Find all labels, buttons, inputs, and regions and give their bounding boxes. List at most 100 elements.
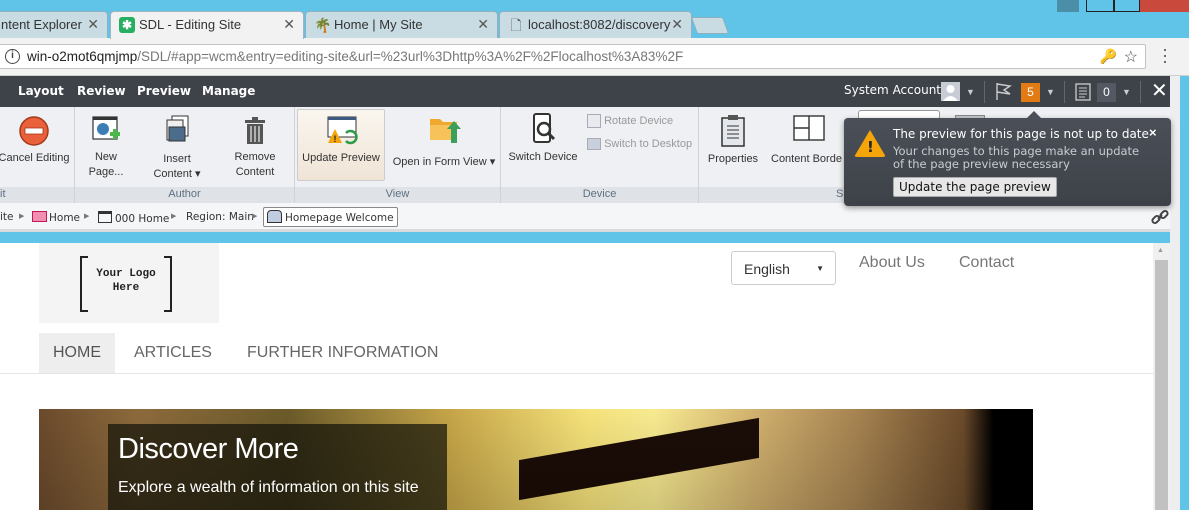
breadcrumb-separator-icon: ▶ — [252, 213, 258, 220]
open-in-form-view-button[interactable]: Open in Form View ▾ — [391, 113, 497, 170]
profile-icon[interactable] — [1057, 0, 1079, 12]
switch-device-icon — [533, 113, 556, 143]
close-editing-icon[interactable]: ✕ — [1151, 78, 1168, 103]
tab-close-icon[interactable]: ✕ — [671, 16, 683, 33]
rotate-device-icon — [587, 114, 601, 128]
tab-layout[interactable]: Layout — [18, 84, 64, 98]
divider — [1064, 81, 1065, 103]
tab-review[interactable]: Review — [77, 84, 126, 98]
ribbon-group-device: Switch Device Rotate Device Switch to De… — [501, 107, 699, 203]
window-close-button[interactable] — [1140, 0, 1189, 12]
palm-tree-icon: 🌴 — [314, 17, 332, 33]
contact-link[interactable]: Contact — [959, 254, 1014, 272]
account-name[interactable]: System Account — [844, 83, 941, 97]
clipboard-dropdown-icon[interactable]: ▼ — [1122, 87, 1131, 97]
document-icon: 🗋 — [510, 17, 522, 33]
account-dropdown-icon[interactable]: ▼ — [966, 87, 975, 97]
notifications-dropdown-icon[interactable]: ▼ — [1046, 87, 1055, 97]
update-preview-button[interactable]: ! Update Preview — [297, 109, 385, 181]
divider — [984, 81, 985, 103]
url-path: /SDL/#app=wcm&entry=editing-site&url=%23… — [137, 49, 684, 64]
update-page-preview-button[interactable]: Update the page preview — [893, 177, 1057, 197]
tab-manage[interactable]: Manage — [202, 84, 255, 98]
tab-preview[interactable]: Preview — [137, 84, 191, 98]
breadcrumb-item-region-main[interactable]: Region: Main — [186, 211, 254, 223]
bookmark-star-icon[interactable]: ☆ — [1124, 47, 1138, 67]
tab-sdl-editing-site[interactable]: ✱ SDL - Editing Site ✕ — [110, 11, 304, 39]
avatar[interactable] — [941, 82, 960, 101]
close-icon[interactable]: × — [1149, 125, 1157, 140]
folder-icon — [32, 211, 47, 222]
button-label: Insert Content ▾ — [153, 153, 201, 180]
site-navigation: HOME ARTICLES FURTHER INFORMATION — [0, 333, 1153, 374]
logo-text: Your Logo Here — [96, 268, 156, 294]
insert-content-button[interactable]: Insert Content ▾ — [147, 114, 207, 182]
breadcrumb-item-site[interactable]: ite — [0, 211, 14, 223]
breadcrumb-label: 000 Home — [115, 213, 170, 225]
nav-item-articles[interactable]: ARTICLES — [120, 333, 226, 373]
scrollbar-thumb[interactable] — [1155, 260, 1168, 510]
address-bar-row: i win-o2mot6qmjmp/SDL/#app=wcm&entry=edi… — [0, 38, 1189, 76]
tab-content-explorer[interactable]: ntent Explorer ✕ — [0, 11, 108, 38]
remove-content-button[interactable]: Remove Content — [225, 114, 285, 180]
button-label: Update Preview — [302, 152, 380, 164]
breadcrumb-item-home[interactable]: Home — [32, 211, 80, 224]
button-label: Properties — [707, 153, 759, 165]
tab-close-icon[interactable]: ✕ — [283, 16, 295, 33]
url-text[interactable]: win-o2mot6qmjmp/SDL/#app=wcm&entry=editi… — [27, 49, 683, 64]
tab-close-icon[interactable]: ✕ — [87, 16, 99, 33]
minimize-button[interactable] — [1086, 0, 1114, 12]
hero-caption: Discover More Explore a wealth of inform… — [108, 424, 447, 510]
clipboard-badge[interactable]: 0 — [1097, 83, 1116, 102]
component-icon — [267, 210, 282, 223]
link-icon[interactable] — [1151, 208, 1169, 231]
button-label: Switch Device — [508, 151, 578, 163]
notifications-badge[interactable]: 5 — [1021, 83, 1040, 102]
language-select[interactable]: English ▼ — [731, 251, 836, 285]
breadcrumb-item-homepage-welcome[interactable]: Homepage Welcome — [263, 207, 398, 227]
rotate-device-button[interactable]: Rotate Device — [587, 114, 673, 128]
switch-to-desktop-button[interactable]: Switch to Desktop — [587, 138, 692, 151]
insert-content-icon — [166, 115, 189, 142]
group-label: Author — [75, 187, 294, 203]
tab-title: localhost:8082/discovery — [528, 17, 671, 32]
nav-item-home[interactable]: HOME — [39, 333, 115, 373]
site-logo[interactable]: Your Logo Here — [39, 243, 219, 323]
maximize-button[interactable] — [1114, 0, 1140, 12]
nav-item-further-information[interactable]: FURTHER INFORMATION — [233, 333, 452, 373]
tab-title: SDL - Editing Site — [139, 17, 242, 32]
breadcrumb-separator-icon: ▶ — [84, 213, 90, 220]
ribbon-group-author: New Page... Insert Content ▾ Remove Content… — [75, 107, 295, 203]
ribbon-group-edit: Cancel Editing it — [0, 107, 75, 203]
page-preview: Your Logo Here English ▼ About Us Contact… — [0, 243, 1153, 510]
new-page-button[interactable]: New Page... — [83, 114, 129, 180]
properties-button[interactable]: Properties — [705, 114, 761, 167]
breadcrumb-separator-icon: ▶ — [19, 213, 25, 220]
switch-device-button[interactable]: Switch Device — [505, 112, 581, 165]
new-tab-button[interactable] — [690, 17, 730, 34]
tab-title: Home | My Site — [334, 17, 423, 32]
tab-home-my-site[interactable]: 🌴 Home | My Site ✕ — [305, 11, 498, 38]
sdl-top-bar: Layout Review Preview Manage System Acco… — [0, 76, 1180, 107]
flag-icon[interactable] — [995, 81, 1013, 106]
vertical-scrollbar[interactable]: ▲ — [1153, 243, 1170, 510]
button-label: New Page... — [88, 151, 124, 178]
svg-text:!: ! — [334, 134, 337, 144]
popup-message: Your changes to this page make an update… — [893, 144, 1140, 171]
info-icon[interactable]: i — [5, 49, 20, 64]
hero-banner[interactable]: Discover More Explore a wealth of inform… — [39, 409, 1033, 510]
key-icon[interactable]: 🔑 — [1100, 48, 1117, 65]
tab-close-icon[interactable]: ✕ — [477, 16, 489, 33]
breadcrumb-item-000-home[interactable]: 000 Home — [98, 211, 169, 225]
tab-localhost-discovery[interactable]: 🗋 localhost:8082/discovery ✕ — [499, 11, 692, 38]
content-borders-button[interactable]: Content Borde — [771, 114, 845, 167]
about-us-link[interactable]: About Us — [859, 254, 925, 272]
cancel-editing-button[interactable]: Cancel Editing — [0, 115, 70, 166]
scroll-up-icon[interactable]: ▲ — [1157, 247, 1164, 254]
hero-title: Discover More — [118, 433, 299, 465]
properties-icon — [721, 115, 745, 147]
browser-menu-icon[interactable]: · · · — [1158, 40, 1172, 70]
group-label: View — [295, 187, 500, 203]
address-bar[interactable]: i win-o2mot6qmjmp/SDL/#app=wcm&entry=edi… — [0, 44, 1146, 69]
clipboard-icon[interactable] — [1075, 82, 1091, 106]
